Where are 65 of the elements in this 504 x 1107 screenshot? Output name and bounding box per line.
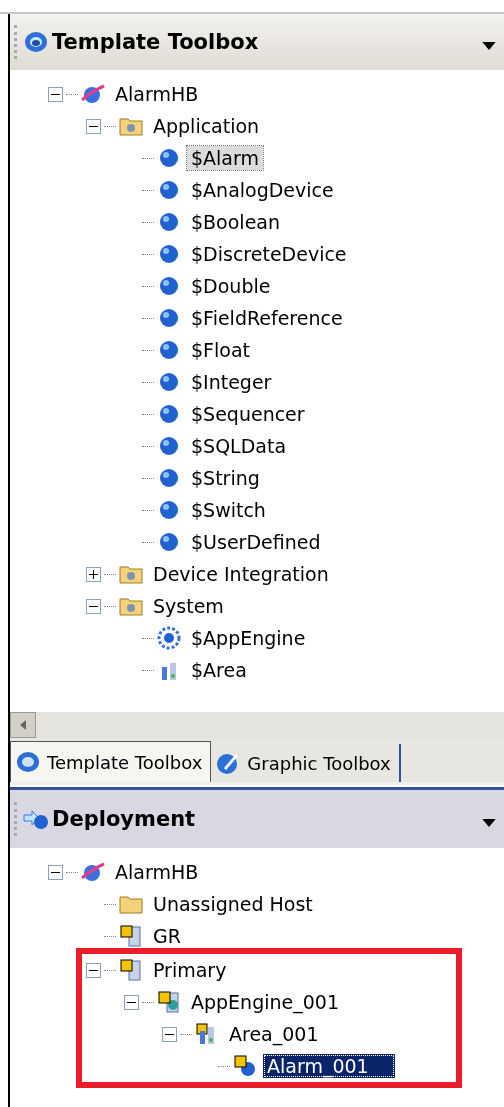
sphere-icon: [157, 466, 181, 490]
tree-item[interactable]: $UserDefined: [187, 530, 325, 554]
left-arrow-icon: [20, 720, 26, 730]
tree-item[interactable]: Unassigned Host: [149, 892, 317, 916]
tree-item[interactable]: $Integer: [187, 370, 276, 394]
expander-box[interactable]: [48, 86, 63, 102]
tree-item[interactable]: $Double: [187, 274, 275, 298]
sphere-icon: [157, 370, 181, 394]
dropdown-caret-icon[interactable]: [482, 42, 496, 50]
planet-icon: [81, 860, 105, 884]
object-icon: [233, 1054, 257, 1078]
dropdown-caret-icon[interactable]: [482, 819, 496, 827]
scroll-left-button[interactable]: [10, 712, 36, 738]
horizontal-scrollbar[interactable]: [10, 712, 504, 738]
expander-box[interactable]: [86, 962, 101, 978]
tree-item[interactable]: $Float: [187, 338, 254, 362]
tree-item[interactable]: $String: [187, 466, 264, 490]
expander-box[interactable]: [162, 1026, 177, 1042]
tree-item[interactable]: $AnalogDevice: [187, 178, 338, 202]
tree-item[interactable]: $FieldReference: [187, 306, 347, 330]
panel-tab[interactable]: Template Toolbox: [10, 741, 212, 782]
sphere-icon: [157, 306, 181, 330]
engine-icon: [157, 990, 181, 1014]
planet-icon: [81, 82, 105, 106]
sphere-icon: [157, 402, 181, 426]
tree-item[interactable]: $DiscreteDevice: [187, 242, 351, 266]
sphere-icon: [157, 274, 181, 298]
tree-item[interactable]: $SQLData: [187, 434, 291, 458]
tree-item[interactable]: AlarmHB: [111, 860, 203, 884]
sphere-icon: [157, 242, 181, 266]
gear-icon: [157, 626, 181, 650]
tree-item[interactable]: Device Integration: [149, 562, 333, 586]
platform-icon: [119, 924, 143, 948]
sphere-icon: [157, 210, 181, 234]
sphere-icon: [157, 178, 181, 202]
tree-item[interactable]: $AppEngine: [187, 626, 310, 650]
tree-item[interactable]: System: [149, 594, 228, 618]
expander-box[interactable]: [86, 598, 101, 614]
sphere-icon: [157, 530, 181, 554]
tree-item[interactable]: $Boolean: [187, 210, 285, 234]
tree-item[interactable]: Application: [149, 114, 264, 138]
expander-box[interactable]: [86, 118, 101, 134]
panel-tab[interactable]: Graphic Toolbox: [211, 744, 401, 782]
toolbox-icon: [23, 30, 49, 54]
tree-item[interactable]: Primary: [149, 958, 231, 982]
panel-title: Template Toolbox: [52, 30, 260, 54]
tree-item[interactable]: Alarm_001: [263, 1054, 395, 1078]
panel-title: Deployment: [52, 807, 197, 831]
tree-item[interactable]: AlarmHB: [111, 82, 203, 106]
tree-item[interactable]: $Sequencer: [187, 402, 309, 426]
tree-item[interactable]: AppEngine_001: [187, 990, 343, 1014]
sphere-icon: [157, 498, 181, 522]
sphere-icon: [157, 338, 181, 362]
expander-box[interactable]: [124, 994, 139, 1010]
tree-item[interactable]: $Area: [187, 658, 251, 682]
expander-box[interactable]: [48, 864, 63, 880]
tree-item[interactable]: $Alarm: [187, 146, 263, 170]
tree-item[interactable]: $Switch: [187, 498, 270, 522]
tree-item[interactable]: Area_001: [225, 1022, 323, 1046]
sphere-icon: [157, 146, 181, 170]
toolbox-icon: [15, 750, 41, 774]
platform-icon: [119, 958, 143, 982]
sphere-icon: [157, 434, 181, 458]
tree-item[interactable]: GR: [149, 924, 185, 948]
expander-box[interactable]: [86, 566, 101, 582]
